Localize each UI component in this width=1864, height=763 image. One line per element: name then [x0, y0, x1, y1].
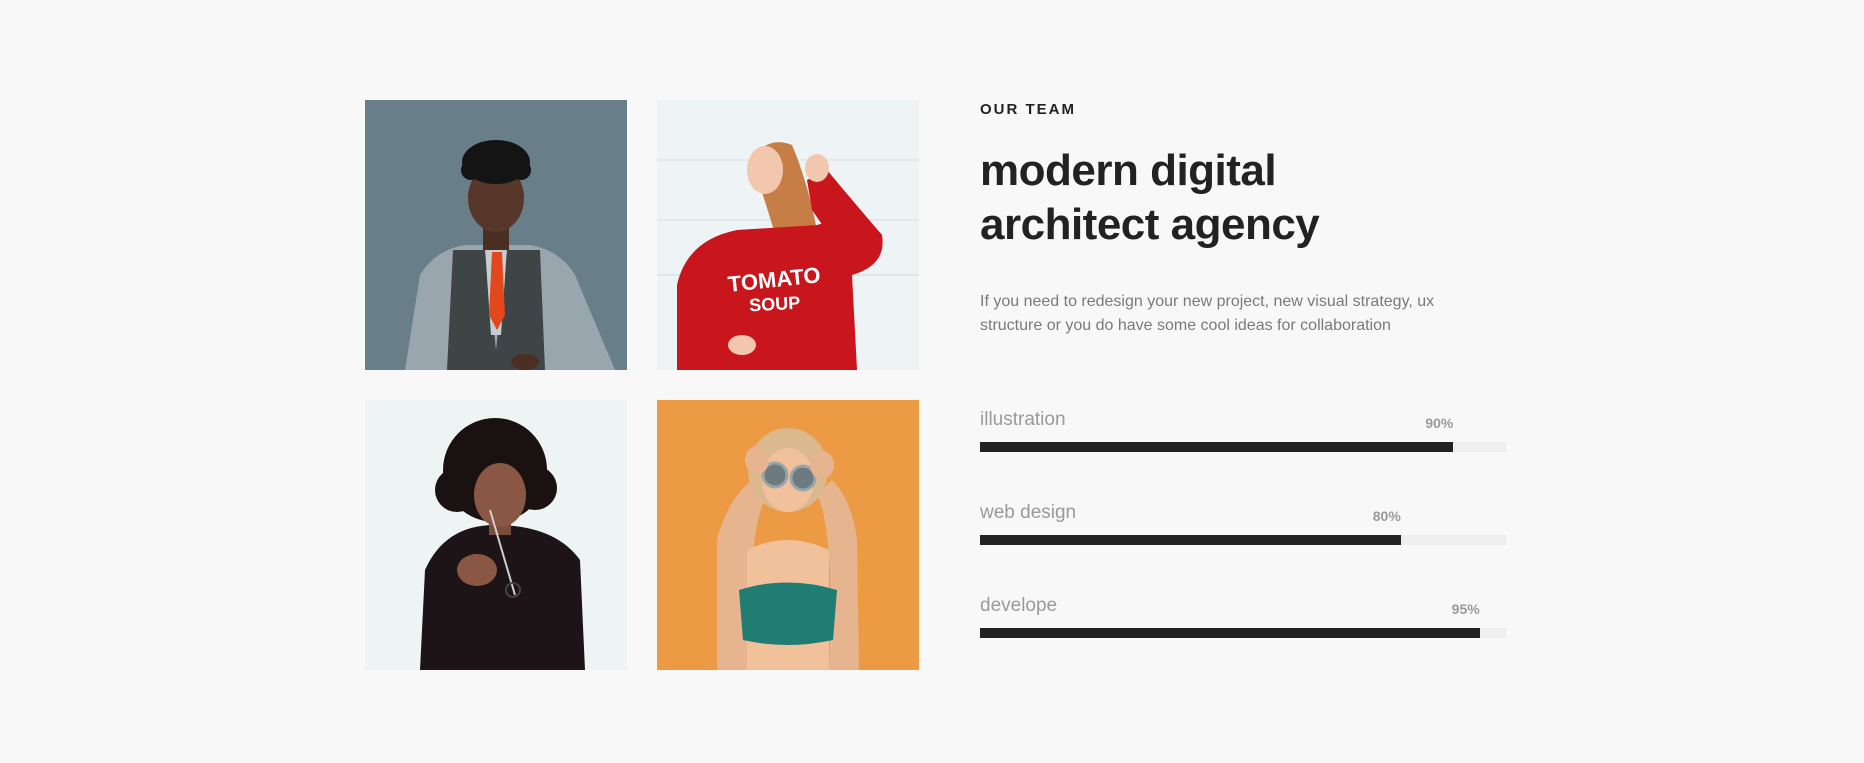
- skill-progress-track: [980, 628, 1506, 638]
- skill-percent: 90%: [1425, 415, 1454, 431]
- skill-progress-fill: [980, 535, 1401, 545]
- skill-develope: develope 95%: [980, 594, 1506, 642]
- section-title: modern digital architect agency: [980, 146, 1320, 249]
- skill-percent: 95%: [1451, 601, 1480, 617]
- team-photo-woman-red-sweater: TOMATO SOUP: [657, 100, 919, 370]
- team-intro: OUR TEAM modern digital architect agency…: [980, 100, 1520, 338]
- skill-label: develope: [980, 595, 1058, 616]
- skill-progress-fill: [980, 442, 1454, 452]
- team-photo-woman-orange-wall: [657, 400, 919, 670]
- skill-illustration: illustration 90%: [980, 408, 1506, 456]
- section-description: If you need to redesign your new project…: [980, 293, 1435, 334]
- section-eyebrow: OUR TEAM: [980, 101, 1076, 118]
- skill-label: web design: [980, 502, 1077, 523]
- skill-percent: 80%: [1372, 508, 1401, 524]
- skill-progress-track: [980, 535, 1506, 545]
- team-section: TOMATO SOUP OUR TEAM modern digital arch…: [0, 0, 1864, 763]
- sweater-text-line-2: SOUP: [749, 293, 801, 316]
- skill-web-design: web design 80%: [980, 501, 1506, 549]
- team-photo-woman-black-top: [365, 400, 627, 670]
- skill-label: illustration: [980, 409, 1066, 430]
- skill-progress-fill: [980, 628, 1480, 638]
- team-photo-man-suit: [365, 100, 627, 370]
- skill-progress-track: [980, 442, 1506, 452]
